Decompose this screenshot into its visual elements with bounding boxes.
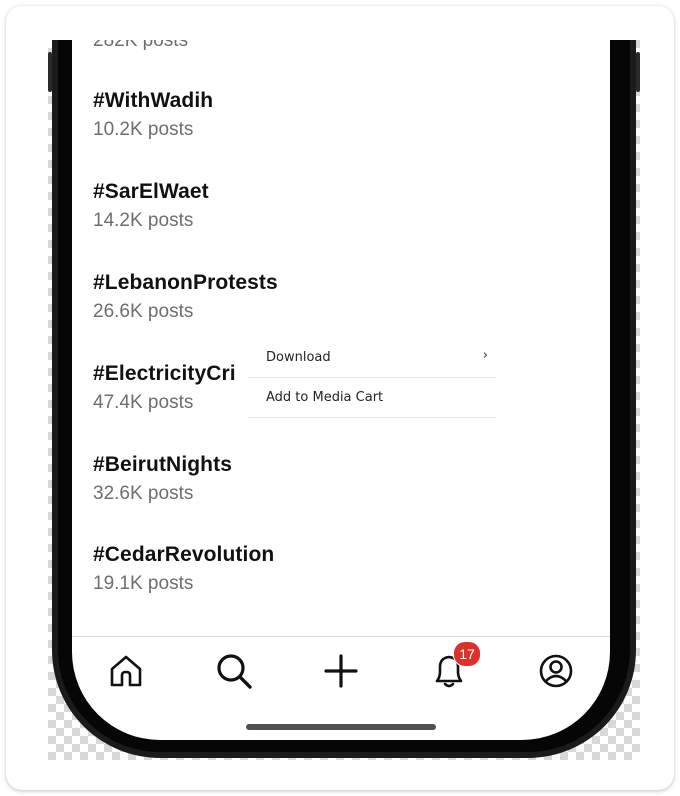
trend-hashtag: #LebanonProtests [93,271,278,294]
trend-hashtag: #BeirutNights [93,453,232,476]
profile-icon [539,654,573,688]
add-to-media-cart-menu-item[interactable]: Add to Media Cart [248,378,496,418]
download-menu-item[interactable]: Download › [248,338,496,378]
tab-search[interactable] [208,645,260,697]
trend-item[interactable]: #SarElWaet 14.2K posts [93,180,209,232]
trend-hashtag: #ElectricityCri [93,362,236,385]
phone-side-button-right [636,52,640,92]
trend-post-count: 26.6K posts [93,301,194,322]
trend-post-count: 47.4K posts [93,392,194,413]
trend-post-count: 282K posts [93,40,189,51]
trend-hashtag: #SarElWaet [93,180,209,203]
bottom-tab-bar [72,637,610,697]
trend-hashtag: #WithWadih [93,89,214,112]
chevron-right-icon: › [482,348,488,363]
context-menu: Download › Add to Media Cart [248,338,496,418]
add-to-media-cart-label: Add to Media Cart [266,390,384,405]
trend-item[interactable]: #BeirutNights 32.6K posts [93,453,232,505]
home-icon [110,655,142,687]
trend-post-count: 19.1K posts [93,573,194,594]
trend-item[interactable]: #ElectricityCri 47.4K posts [93,362,236,414]
trend-item[interactable]: #WithWadih 10.2K posts [93,89,213,141]
home-indicator [246,724,436,730]
trend-item-partial[interactable]: 282K posts [93,40,188,52]
search-icon [217,654,252,689]
download-label: Download [266,350,331,365]
trend-post-count: 10.2K posts [93,119,194,140]
trend-post-count: 14.2K posts [93,210,194,231]
trend-item[interactable]: #LebanonProtests 26.6K posts [93,271,278,323]
phone-side-button-left [48,52,52,92]
notification-badge: 17 [453,641,481,667]
trend-item[interactable]: #CedarRevolution 19.1K posts [93,543,274,595]
tab-home[interactable] [100,645,152,697]
plus-icon [324,654,358,688]
phone-screen: 282K posts #WithWadih 10.2K posts #SarEl… [72,40,610,740]
tab-create[interactable] [315,645,367,697]
trend-hashtag: #CedarRevolution [93,543,275,566]
trend-post-count: 32.6K posts [93,483,194,504]
tab-profile[interactable] [530,645,582,697]
